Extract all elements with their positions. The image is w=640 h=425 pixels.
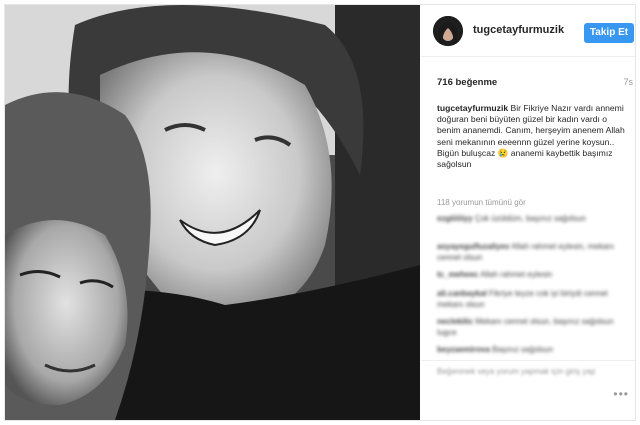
comment-text: Allah rahmet eylesin xyxy=(480,270,553,279)
likes-count[interactable]: 716 beğenme xyxy=(437,77,497,88)
post-timestamp[interactable]: 7s xyxy=(623,77,633,87)
more-options-icon[interactable]: ••• xyxy=(613,387,629,401)
post-footer: Beğenmek veya yorum yapmak için giriş ya… xyxy=(421,360,635,420)
post-side-panel: tugcetayfurmuzik Takip Et 716 beğenme 7s… xyxy=(421,5,635,420)
post-photo-image xyxy=(5,5,420,420)
comment-item: ali.canbaykal Fikriye teyze cok iyi biri… xyxy=(437,289,627,310)
post-header: tugcetayfurmuzik Takip Et xyxy=(421,5,635,57)
username-link[interactable]: tugcetayfurmuzik xyxy=(473,24,564,36)
comment-username[interactable]: neclekilic xyxy=(437,317,473,326)
comment-text: Başınız sağolsun xyxy=(492,345,554,354)
comment-username[interactable]: asyayegulfuzaliyev xyxy=(437,242,509,251)
comment-username[interactable]: ali.canbaykal xyxy=(437,289,487,298)
comment-item: neclekilic Mekanı cennet olsun, başınız … xyxy=(437,317,627,338)
view-all-comments-link[interactable]: 118 yorumun tümünü gör xyxy=(437,198,526,207)
follow-button[interactable]: Takip Et xyxy=(584,23,634,43)
login-to-comment-prompt[interactable]: Beğenmek veya yorum yapmak için giriş ya… xyxy=(437,367,607,377)
comment-item: asyayegulfuzaliyev Allah rahmet eylesin,… xyxy=(437,242,627,263)
post-caption: tugcetayfurmuzik Bir Fikriye Nazır vardı… xyxy=(437,103,632,170)
comment-username[interactable]: ezgiiiiiiyy xyxy=(437,214,473,223)
comment-item: beyzaemirova Başınız sağolsun xyxy=(437,345,627,356)
comment-text: Çok üzüldüm, başınız sağolsun xyxy=(474,214,586,223)
comment-username[interactable]: beyzaemirova xyxy=(437,345,490,354)
comment-item: ezgiiiiiiyy Çok üzüldüm, başınız sağolsu… xyxy=(437,214,627,225)
avatar-image xyxy=(433,16,463,46)
comment-username[interactable]: tc_meheec xyxy=(437,270,478,279)
post-photo[interactable] xyxy=(5,5,420,420)
caption-username[interactable]: tugcetayfurmuzik xyxy=(437,103,508,113)
avatar[interactable] xyxy=(433,16,463,46)
comment-item: tc_meheec Allah rahmet eylesin xyxy=(437,270,627,281)
